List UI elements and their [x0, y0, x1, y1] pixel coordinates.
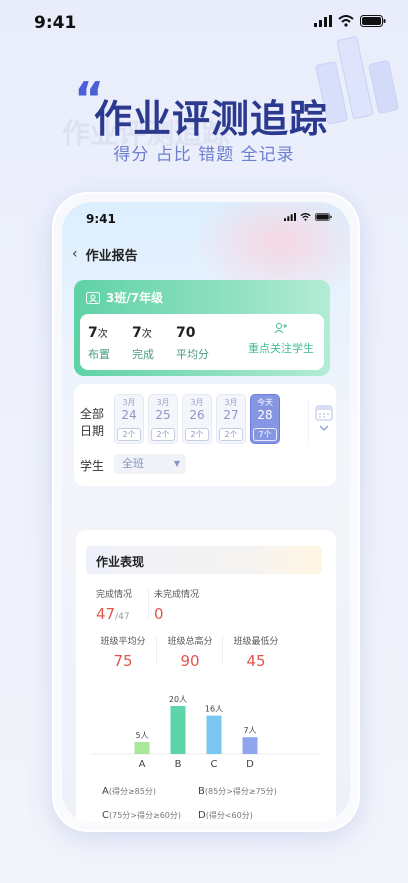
category-label: D [246, 759, 254, 770]
hero-subtitle: 得分 占比 错题 全记录 [113, 145, 295, 165]
calendar-button[interactable] [308, 402, 336, 442]
performance-title: 作业表现 [96, 555, 145, 569]
stat-average: 70 平均分 [176, 325, 209, 361]
all-dates-button[interactable]: 全部日期 [80, 406, 106, 440]
date-item[interactable]: 3月 26 2个 [182, 394, 212, 444]
legend-c: C(75分>得分≥60分) [102, 810, 181, 821]
date-item[interactable]: 3月 24 2个 [114, 394, 144, 444]
inner-status-time: 9:41 [86, 212, 116, 226]
calendar-icon [315, 405, 333, 431]
class-name: 3班/7年级 [106, 291, 164, 305]
battery-icon [315, 213, 332, 221]
phone-screen: 9:41 ‹ 作业报告 3班/7年级 7次 布置 7次 完成 70 平均分 重点… [62, 202, 350, 822]
bar-value-label: 16人 [205, 705, 223, 714]
stat-assigned: 7次 布置 [88, 325, 110, 361]
bar-value-label: 20人 [169, 695, 187, 704]
caret-down-icon: ▼ [173, 459, 180, 468]
category-label: B [175, 759, 182, 770]
bar-b [170, 706, 186, 754]
focus-students-label: 重点关注学生 [248, 342, 314, 355]
signal-icon [284, 213, 296, 221]
date-item[interactable]: 3月 27 2个 [216, 394, 246, 444]
legend-d: D(得分<60分) [198, 810, 253, 821]
date-filter-card: 全部日期 3月 24 2个 3月 25 2个 3月 26 2个 3月 27 2个 [74, 384, 336, 486]
grade-distribution-chart: 5人 A 20人 B 16人 C 7人 D [92, 695, 320, 770]
status-time: 9:41 [34, 13, 77, 33]
chevron-left-icon[interactable]: ‹ [72, 246, 78, 262]
stat-completed: 7次 完成 [132, 325, 154, 361]
lowest-score-metric: 班级最低分 45 [233, 637, 279, 670]
add-user-icon [274, 323, 287, 334]
highest-score-metric: 班级总高分 90 [167, 637, 213, 670]
completed-metric: 完成情况 47/47 [96, 590, 133, 623]
class-stats: 7次 布置 7次 完成 70 平均分 重点关注学生 [80, 314, 324, 370]
incomplete-metric: 未完成情况 0 [154, 590, 200, 623]
nav-bar: ‹ 作业报告 [72, 242, 138, 266]
page-title: 作业报告 [85, 248, 138, 264]
average-score-metric: 班级平均分 75 [100, 637, 146, 670]
student-label: 学生 [80, 459, 105, 473]
category-label: A [139, 759, 146, 770]
performance-card: 作业表现 完成情况 47/47 未完成情况 0 班级平均分 75 班级总高分 9… [76, 530, 336, 822]
student-select[interactable]: 全班 ▼ [114, 454, 186, 474]
date-item-today[interactable]: 今天 28 7个 [250, 394, 280, 444]
legend-b: B(85分>得分≥75分) [198, 786, 277, 797]
bar-d [242, 737, 258, 754]
bar-c [206, 715, 222, 754]
wifi-icon [300, 213, 311, 221]
class-summary-card: 3班/7年级 7次 布置 7次 完成 70 平均分 重点关注学生 [74, 280, 330, 376]
legend-a: A(得分≥85分) [102, 786, 156, 797]
bar-value-label: 5人 [135, 731, 148, 740]
category-label: C [211, 759, 218, 770]
focus-students-button[interactable]: 重点关注学生 [248, 322, 314, 356]
inner-status-bar: 9:41 [62, 202, 350, 232]
date-item[interactable]: 3月 25 2个 [148, 394, 178, 444]
phone-mockup: 9:41 ‹ 作业报告 3班/7年级 7次 布置 7次 完成 70 平均分 重点… [52, 192, 360, 832]
bar-value-label: 7人 [243, 726, 256, 735]
bar-a [134, 742, 150, 754]
class-icon [86, 291, 100, 304]
hero-title: 作业评测追踪 [94, 97, 329, 141]
